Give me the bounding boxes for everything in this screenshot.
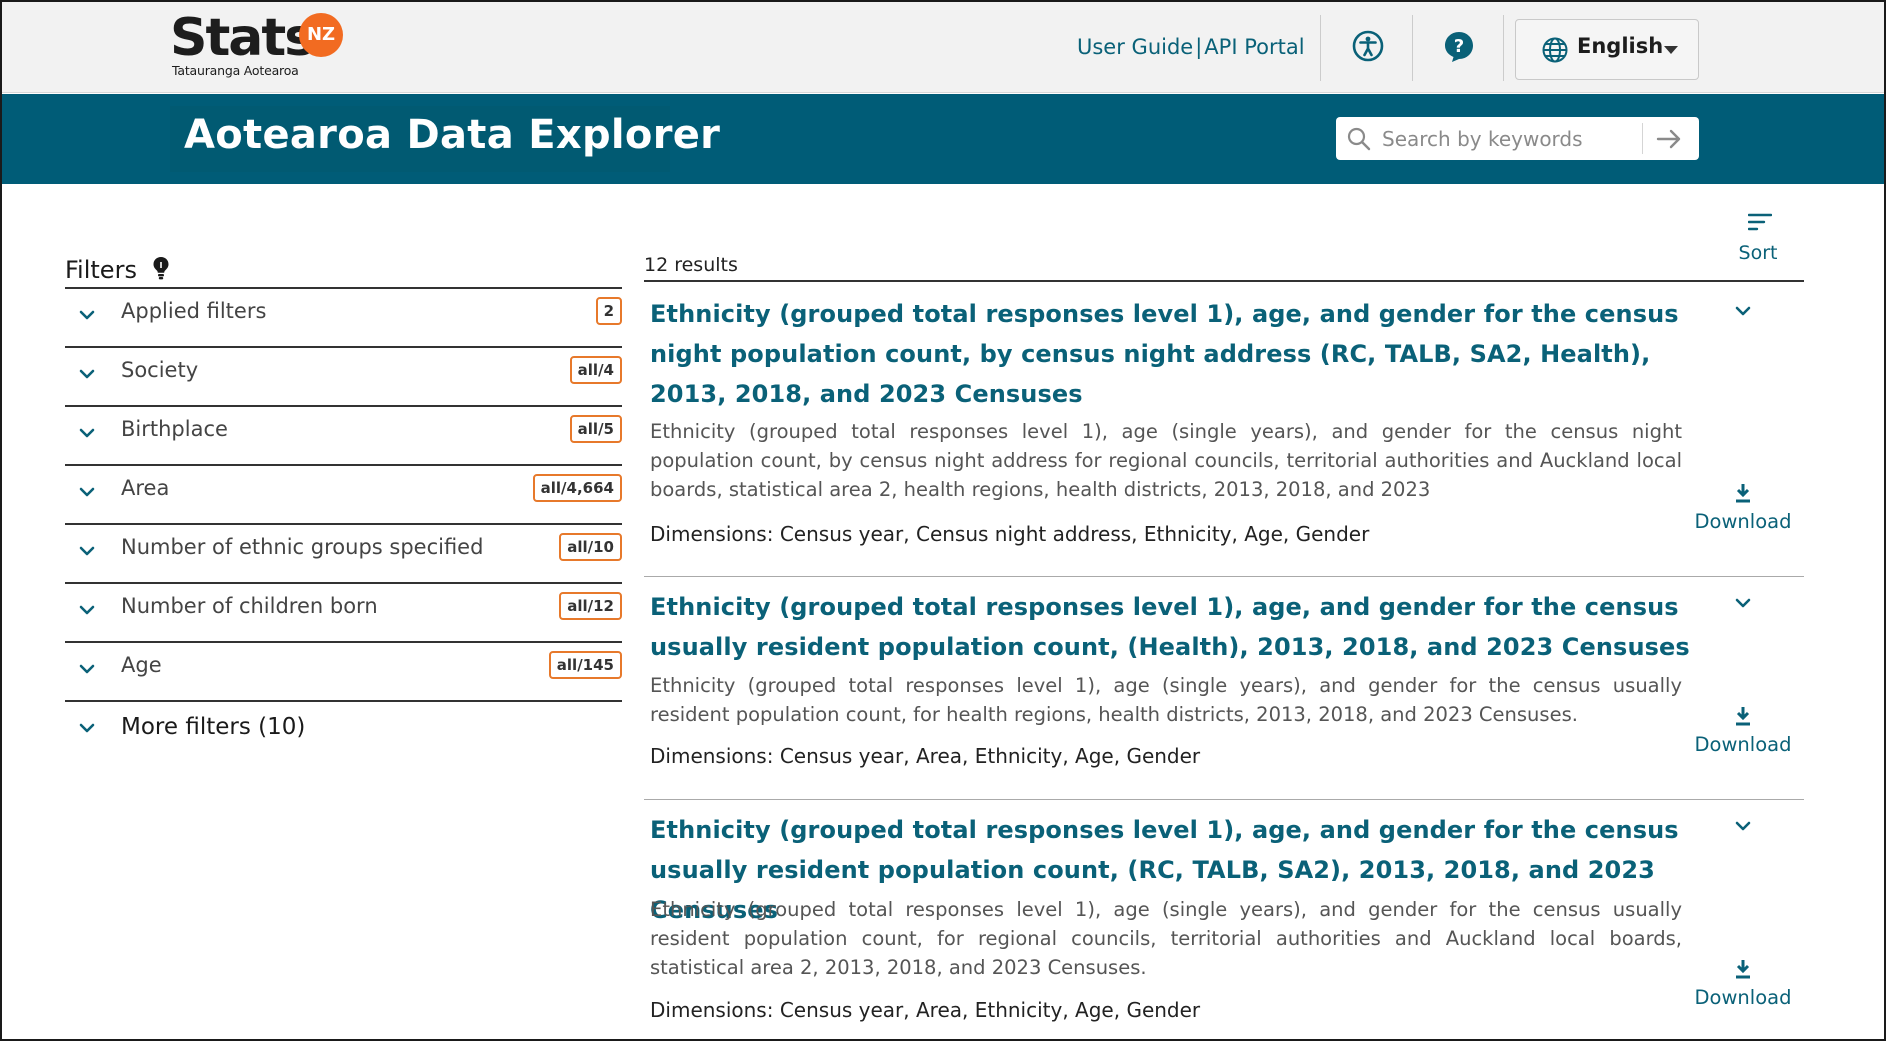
search-divider <box>1642 123 1643 154</box>
chevron-down-icon <box>79 605 95 615</box>
svg-text:?: ? <box>1454 36 1464 57</box>
language-label: English <box>1577 34 1664 58</box>
result-title-link[interactable]: Ethnicity (grouped total responses level… <box>650 294 1690 414</box>
results-count: 12 results <box>644 254 738 276</box>
stats-nz-logo[interactable]: Stats NZ Tatauranga Aotearoa <box>170 8 350 78</box>
result-item: Ethnicity (grouped total responses level… <box>644 587 1804 787</box>
download-label: Download <box>1694 733 1792 756</box>
top-links: User Guide|API Portal <box>1077 35 1305 59</box>
sort-icon <box>1748 213 1772 231</box>
result-description: Ethnicity (grouped total responses level… <box>650 420 1682 501</box>
result-dimensions: Dimensions: Census year, Area, Ethnicity… <box>650 744 1201 768</box>
help-button[interactable]: ? <box>1442 29 1476 63</box>
app-window: Stats NZ Tatauranga Aotearoa User Guide|… <box>0 0 1886 1041</box>
chevron-down-icon <box>79 310 95 320</box>
filter-label: Number of children born <box>121 594 378 618</box>
help-icon: ? <box>1445 32 1473 62</box>
search-input[interactable] <box>1382 124 1642 154</box>
filter-label: Area <box>121 476 170 500</box>
chevron-down-icon[interactable] <box>1732 300 1754 322</box>
logo-wordmark: Stats <box>170 8 315 68</box>
filter-number-of-ethnic-groups[interactable]: Number of ethnic groups specified all/10 <box>65 523 622 582</box>
sort-button[interactable]: Sort <box>1730 208 1786 268</box>
header-divider <box>1412 15 1413 81</box>
download-icon <box>1736 484 1750 503</box>
header-divider <box>1320 15 1321 81</box>
chevron-down-icon <box>79 487 95 497</box>
header-divider <box>1503 15 1504 81</box>
result-description: Ethnicity (grouped total responses level… <box>650 898 1682 979</box>
filter-label: Number of ethnic groups specified <box>121 535 484 559</box>
page-title: Aotearoa Data Explorer <box>184 112 721 158</box>
chevron-down-icon[interactable] <box>1732 815 1754 837</box>
api-portal-link[interactable]: API Portal <box>1204 35 1304 59</box>
download-label: Download <box>1694 986 1792 1009</box>
filter-label: Birthplace <box>121 417 228 441</box>
download-icon <box>1736 707 1750 726</box>
filter-age[interactable]: Age all/145 <box>65 641 622 700</box>
search-box <box>1336 117 1699 160</box>
page-banner: Aotearoa Data Explorer <box>2 94 1884 184</box>
download-button[interactable]: Download <box>1688 958 1798 1009</box>
chevron-down-icon <box>79 546 95 556</box>
filter-applied-filters[interactable]: Applied filters 2 <box>65 287 622 346</box>
result-item: Ethnicity (grouped total responses level… <box>644 810 1804 1039</box>
result-dimensions: Dimensions: Census year, Area, Ethnicity… <box>650 998 1201 1022</box>
filter-label: Age <box>121 653 162 677</box>
link-separator: | <box>1195 35 1203 59</box>
logo-subtitle: Tatauranga Aotearoa <box>172 63 299 78</box>
chevron-down-icon <box>79 369 95 379</box>
chevron-down-icon[interactable] <box>1732 592 1754 614</box>
filter-count-badge: all/12 <box>559 592 622 620</box>
filters-heading: Filters <box>65 256 137 284</box>
language-select[interactable]: English <box>1515 19 1699 80</box>
accessibility-icon <box>1352 30 1384 62</box>
arrow-right-icon[interactable] <box>1654 126 1684 152</box>
sort-label: Sort <box>1738 242 1778 264</box>
user-guide-link[interactable]: User Guide <box>1077 35 1193 59</box>
filter-birthplace[interactable]: Birthplace all/5 <box>65 405 622 464</box>
filter-count-badge: all/4,664 <box>532 474 622 502</box>
filter-count-badge: 2 <box>595 297 622 325</box>
filter-count-badge: all/5 <box>569 415 622 443</box>
download-button[interactable]: Download <box>1688 705 1798 756</box>
download-icon <box>1736 960 1750 979</box>
download-button[interactable]: Download <box>1688 482 1798 533</box>
filter-label: Society <box>121 358 199 382</box>
filter-area[interactable]: Area all/4,664 <box>65 464 622 523</box>
filter-society[interactable]: Society all/4 <box>65 346 622 405</box>
result-dimensions: Dimensions: Census year, Census night ad… <box>650 522 1370 546</box>
result-separator <box>644 576 1804 577</box>
filter-count-badge: all/4 <box>569 356 622 384</box>
chevron-down-icon <box>79 428 95 438</box>
logo-nz-badge: NZ <box>299 13 343 57</box>
result-title-link[interactable]: Ethnicity (grouped total responses level… <box>650 587 1690 667</box>
lightbulb-icon[interactable] <box>152 256 170 280</box>
search-icon <box>1347 127 1371 151</box>
chevron-down-icon <box>1664 46 1678 54</box>
chevron-down-icon <box>79 723 95 733</box>
result-separator <box>644 799 1804 800</box>
globe-icon <box>1542 37 1568 63</box>
result-item: Ethnicity (grouped total responses level… <box>644 294 1804 554</box>
filter-count-badge: all/145 <box>548 651 622 679</box>
top-header: Stats NZ Tatauranga Aotearoa User Guide|… <box>2 2 1884 93</box>
download-label: Download <box>1694 510 1792 533</box>
more-filters-toggle[interactable]: More filters (10) <box>65 700 622 759</box>
filter-label: Applied filters <box>121 299 267 323</box>
filter-number-of-children-born[interactable]: Number of children born all/12 <box>65 582 622 641</box>
filter-list: Applied filters 2 Society all/4 Birthpla… <box>65 287 622 759</box>
filter-count-badge: all/10 <box>559 533 622 561</box>
result-description: Ethnicity (grouped total responses level… <box>650 674 1682 726</box>
results-divider <box>644 280 1804 282</box>
chevron-down-icon <box>79 664 95 674</box>
more-filters-label: More filters (10) <box>121 714 306 740</box>
accessibility-button[interactable] <box>1351 29 1385 63</box>
